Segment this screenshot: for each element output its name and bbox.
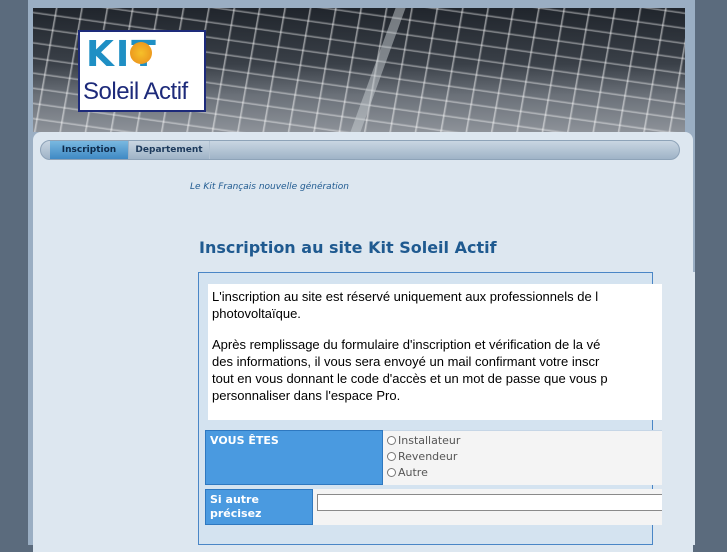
site-logo[interactable]: KIT Soleil Actif [78, 30, 206, 112]
intro-paragraph-2: Après remplissage du formulaire d'inscri… [212, 336, 662, 404]
logo-name-text: Soleil Actif [83, 78, 188, 105]
tab-bar: Inscription Departement [40, 140, 680, 160]
vous-etes-label: VOUS ÊTES [205, 430, 383, 485]
option-label: Autre [398, 466, 428, 479]
si-autre-label: Si autre précisez [205, 489, 313, 525]
intro-line: des informations, il vous sera envoyé un… [212, 354, 600, 369]
intro-line: L'inscription au site est réservé unique… [212, 289, 599, 304]
radio-installateur[interactable] [387, 436, 396, 445]
option-label: Installateur [398, 434, 461, 447]
intro-line: Après remplissage du formulaire d'inscri… [212, 337, 601, 352]
intro-paragraph-1: L'inscription au site est réservé unique… [212, 288, 662, 322]
intro-text-box: L'inscription au site est réservé unique… [208, 284, 662, 420]
sun-icon [130, 42, 152, 64]
option-autre[interactable]: Autre [387, 466, 428, 479]
intro-line: photovoltaïque. [212, 306, 301, 321]
si-autre-label-line1: Si autre [210, 493, 259, 506]
option-installateur[interactable]: Installateur [387, 434, 460, 447]
radio-revendeur[interactable] [387, 452, 396, 461]
radio-autre[interactable] [387, 468, 396, 477]
si-autre-field-wrap [313, 489, 677, 525]
si-autre-label-line2: précisez [210, 507, 262, 520]
intro-line: personnaliser dans l'espace Pro. [212, 388, 401, 403]
banner-rail [350, 8, 406, 132]
si-autre-input[interactable] [317, 494, 677, 511]
intro-line: tout en vous donnant le code d'accès et … [212, 371, 608, 386]
vous-etes-options: Installateur Revendeur Autre [383, 430, 662, 485]
page-title: Inscription au site Kit Soleil Actif [199, 238, 497, 257]
tagline: Le Kit Français nouvelle génération [190, 182, 349, 192]
tab-departement[interactable]: Departement [129, 141, 210, 159]
right-edge-panel [662, 272, 695, 545]
tab-inscription[interactable]: Inscription [50, 141, 129, 159]
option-revendeur[interactable]: Revendeur [387, 450, 457, 463]
option-label: Revendeur [398, 450, 458, 463]
